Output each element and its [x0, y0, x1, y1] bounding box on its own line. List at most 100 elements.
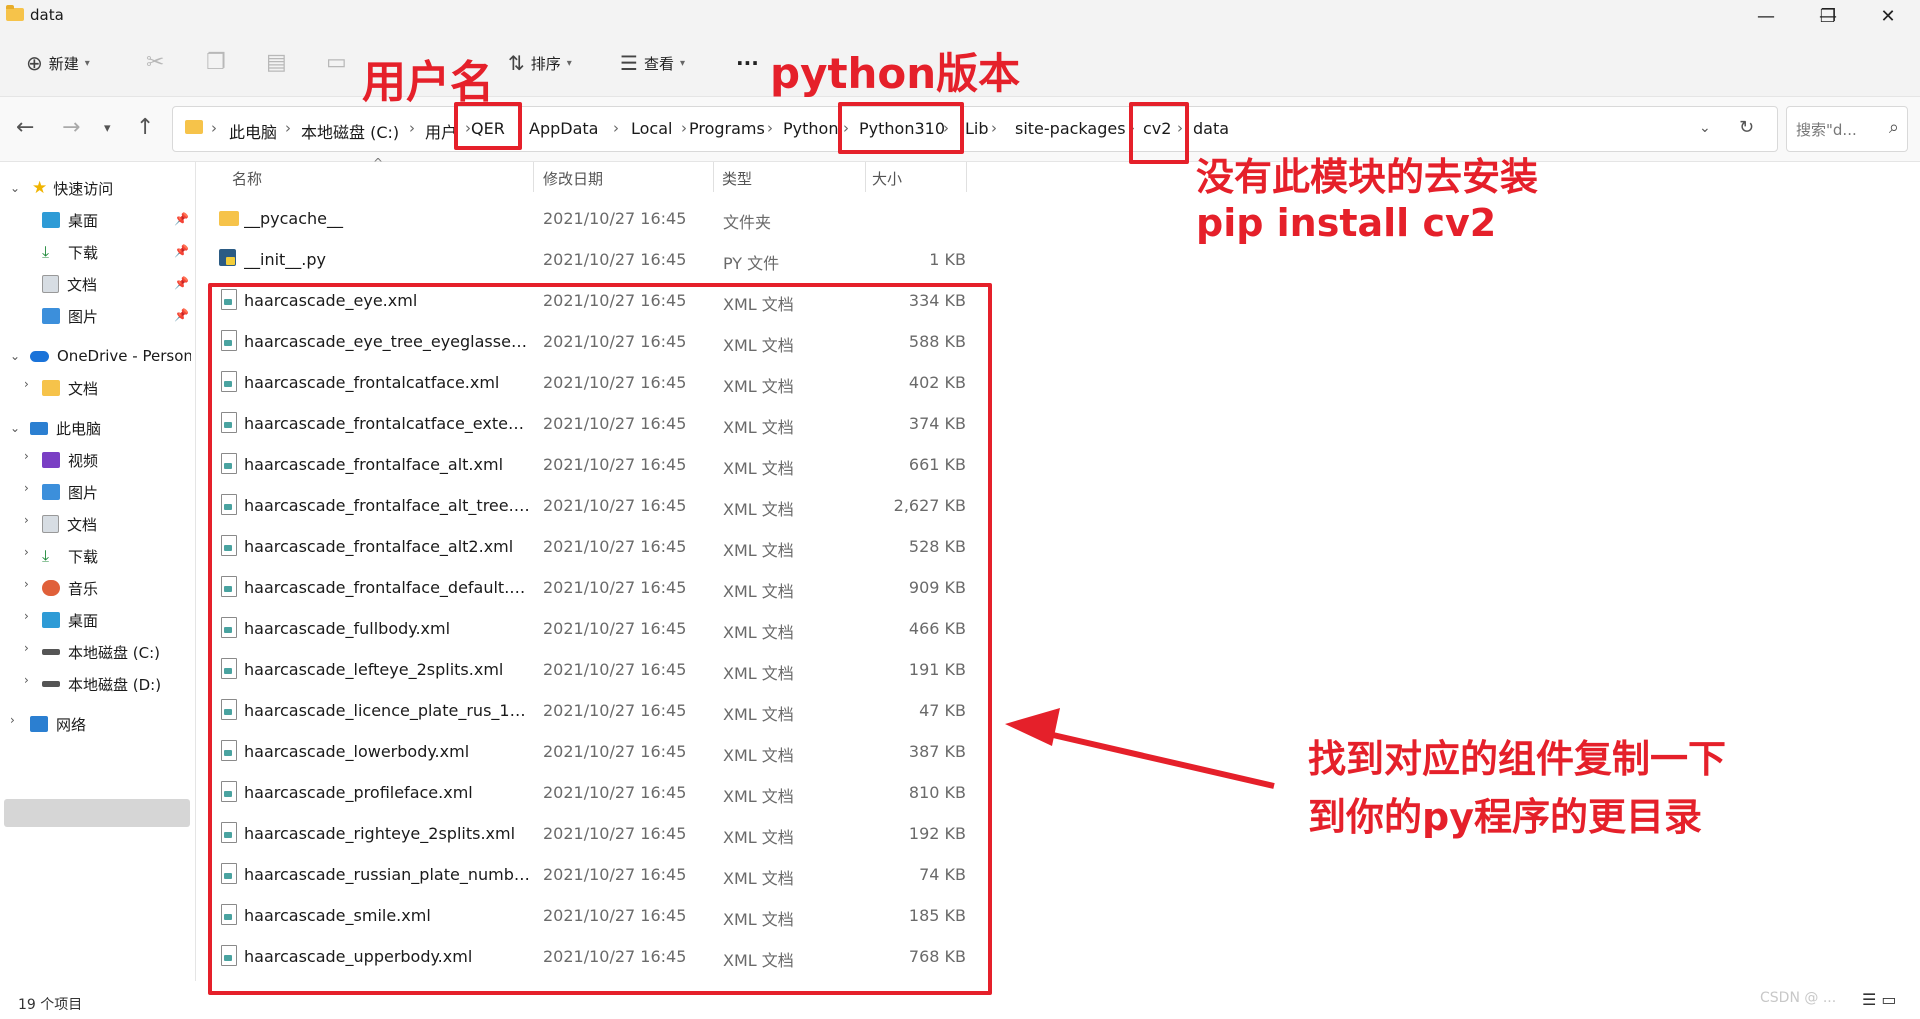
star-icon: ★	[32, 178, 48, 198]
back-arrow-icon[interactable]: ←	[16, 115, 34, 140]
sidebar-item-pictures[interactable]: 图片	[42, 302, 98, 330]
column-divider[interactable]	[713, 162, 714, 192]
pin-icon[interactable]: 📌	[174, 212, 189, 226]
breadcrumb-drive-c[interactable]: 本地磁盘 (C:)	[301, 119, 399, 143]
cloud-icon	[30, 350, 49, 362]
breadcrumb-lib[interactable]: Lib	[965, 119, 989, 138]
sidebar-item-onedrive-documents[interactable]: 文档	[42, 374, 98, 402]
chevron-right-icon[interactable]: ›	[10, 713, 15, 727]
file-type: PY 文件	[723, 254, 780, 273]
minimize-button-2[interactable]: —	[1746, 4, 1786, 30]
folder-icon	[185, 120, 203, 134]
sidebar-item-pc-documents[interactable]: 文档	[42, 510, 97, 538]
rename-icon[interactable]: ▭	[326, 50, 347, 75]
breadcrumb-separator: ›	[285, 119, 291, 137]
view-button[interactable]: ☰ 查看 ▾	[620, 51, 685, 75]
breadcrumb-python[interactable]: Python	[783, 119, 838, 138]
sidebar-item-pc-pictures[interactable]: 图片	[42, 478, 98, 506]
breadcrumb-separator: ›	[409, 119, 415, 137]
search-box[interactable]: 搜索"d... ⌕	[1786, 106, 1908, 152]
new-button[interactable]: ⊕ 新建 ▾	[26, 51, 90, 75]
forward-arrow-icon[interactable]: →	[62, 115, 80, 140]
details-view-icon[interactable]: ☰ ▭	[1862, 990, 1897, 1009]
sidebar-item-onedrive[interactable]: OneDrive - Personal	[30, 342, 191, 370]
maximize-button[interactable]: ❐	[1808, 4, 1848, 30]
sidebar-item-videos[interactable]: 视频	[42, 446, 98, 474]
column-header-type[interactable]: 类型	[722, 168, 752, 189]
sidebar-item-label: 快速访问	[53, 179, 114, 198]
column-divider[interactable]	[865, 162, 866, 192]
download-icon: ⤓	[42, 242, 50, 261]
chevron-down-icon[interactable]: ⌄	[10, 181, 20, 195]
sidebar-item-pc-downloads[interactable]: ⤓ 下载	[42, 542, 98, 570]
sort-button[interactable]: ⇅ 排序 ▾	[508, 51, 572, 75]
address-history-chevron-icon[interactable]: ⌄	[1699, 120, 1711, 136]
file-row[interactable]: __pycache__ 2021/10/27 16:45 文件夹	[210, 199, 970, 240]
search-input[interactable]: 搜索"d...	[1796, 119, 1857, 140]
chevron-right-icon[interactable]: ›	[24, 673, 29, 687]
breadcrumb-local[interactable]: Local	[631, 119, 672, 138]
music-icon	[42, 580, 60, 596]
sidebar-item-this-pc[interactable]: 此电脑	[30, 414, 101, 442]
network-icon	[30, 716, 48, 732]
chevron-right-icon[interactable]: ›	[24, 481, 29, 495]
sidebar-item-label: OneDrive - Personal	[57, 347, 191, 365]
pin-icon[interactable]: 📌	[174, 276, 189, 290]
pin-icon[interactable]: 📌	[174, 244, 189, 258]
chevron-right-icon[interactable]: ›	[24, 377, 29, 391]
breadcrumb-separator: ›	[991, 119, 997, 137]
sidebar-item-network[interactable]: 网络	[30, 710, 86, 738]
chevron-right-icon[interactable]: ›	[24, 513, 29, 527]
chevron-right-icon[interactable]: ›	[24, 545, 29, 559]
annotation-box-cv2	[1129, 102, 1189, 164]
item-count: 19 个项目	[18, 997, 83, 1013]
column-divider[interactable]	[533, 162, 534, 192]
refresh-icon[interactable]: ↻	[1739, 117, 1754, 138]
breadcrumb-site-packages[interactable]: site-packages	[1015, 119, 1126, 138]
column-header-date[interactable]: 修改日期	[543, 168, 603, 189]
close-button[interactable]: ✕	[1868, 4, 1908, 30]
chevron-right-icon[interactable]: ›	[24, 577, 29, 591]
chevron-down-icon[interactable]: ⌄	[10, 349, 20, 363]
sidebar-item-desktop[interactable]: 桌面	[42, 206, 98, 234]
chevron-right-icon[interactable]: ›	[24, 641, 29, 655]
pane-divider	[195, 161, 196, 981]
sidebar-item-drive-d[interactable]: 本地磁盘 (D:)	[42, 670, 161, 698]
sidebar-item-label: 文档	[67, 275, 98, 294]
chevron-right-icon[interactable]: ›	[24, 449, 29, 463]
breadcrumb-this-pc[interactable]: 此电脑	[229, 119, 277, 143]
video-icon	[42, 452, 60, 468]
breadcrumb-appdata[interactable]: AppData	[529, 119, 598, 138]
file-type: 文件夹	[723, 213, 772, 232]
navigation-pane: ⌄ ★ 快速访问 桌面 📌 ⤓ 下载 📌 文档 📌 图片 📌 ⌄ OneDriv…	[0, 161, 195, 981]
recent-chevron-icon[interactable]: ▾	[104, 121, 111, 136]
column-divider[interactable]	[966, 162, 967, 192]
sidebar-item-drive-c[interactable]: 本地磁盘 (C:)	[42, 638, 160, 666]
sidebar-item-pc-desktop[interactable]: 桌面	[42, 606, 98, 634]
breadcrumb-users[interactable]: 用户	[425, 119, 457, 143]
annotation-arrow-head	[1005, 708, 1060, 746]
annotation-box-python-version	[838, 102, 964, 154]
pin-icon[interactable]: 📌	[174, 308, 189, 322]
chevron-down-icon[interactable]: ⌄	[10, 421, 20, 435]
column-header-size[interactable]: 大小	[872, 168, 902, 189]
up-arrow-icon[interactable]: ↑	[136, 115, 154, 140]
sidebar-item-quick-access[interactable]: ★ 快速访问	[32, 174, 113, 202]
more-button[interactable]: ···	[736, 51, 759, 75]
sidebar-item-documents[interactable]: 文档	[42, 270, 97, 298]
breadcrumb-data[interactable]: data	[1193, 119, 1229, 138]
breadcrumb-programs[interactable]: Programs	[689, 119, 765, 138]
column-header-name[interactable]: 名称	[232, 168, 262, 189]
sidebar-item-label: 本地磁盘 (D:)	[68, 675, 162, 694]
sidebar-item-label: 下载	[68, 547, 99, 566]
sidebar-item-label: 图片	[68, 307, 99, 326]
file-row[interactable]: __init__.py 2021/10/27 16:45 PY 文件 1 KB	[210, 240, 970, 281]
annotation-install-note-2: pip install cv2	[1196, 201, 1497, 245]
chevron-right-icon[interactable]: ›	[24, 609, 29, 623]
cut-icon[interactable]: ✂	[146, 50, 164, 75]
view-label: 查看	[643, 54, 674, 73]
paste-icon[interactable]: ▤	[266, 50, 287, 75]
sidebar-item-music[interactable]: 音乐	[42, 574, 98, 602]
copy-icon[interactable]: ❐	[206, 50, 226, 75]
sidebar-item-downloads[interactable]: ⤓ 下载	[42, 238, 98, 266]
